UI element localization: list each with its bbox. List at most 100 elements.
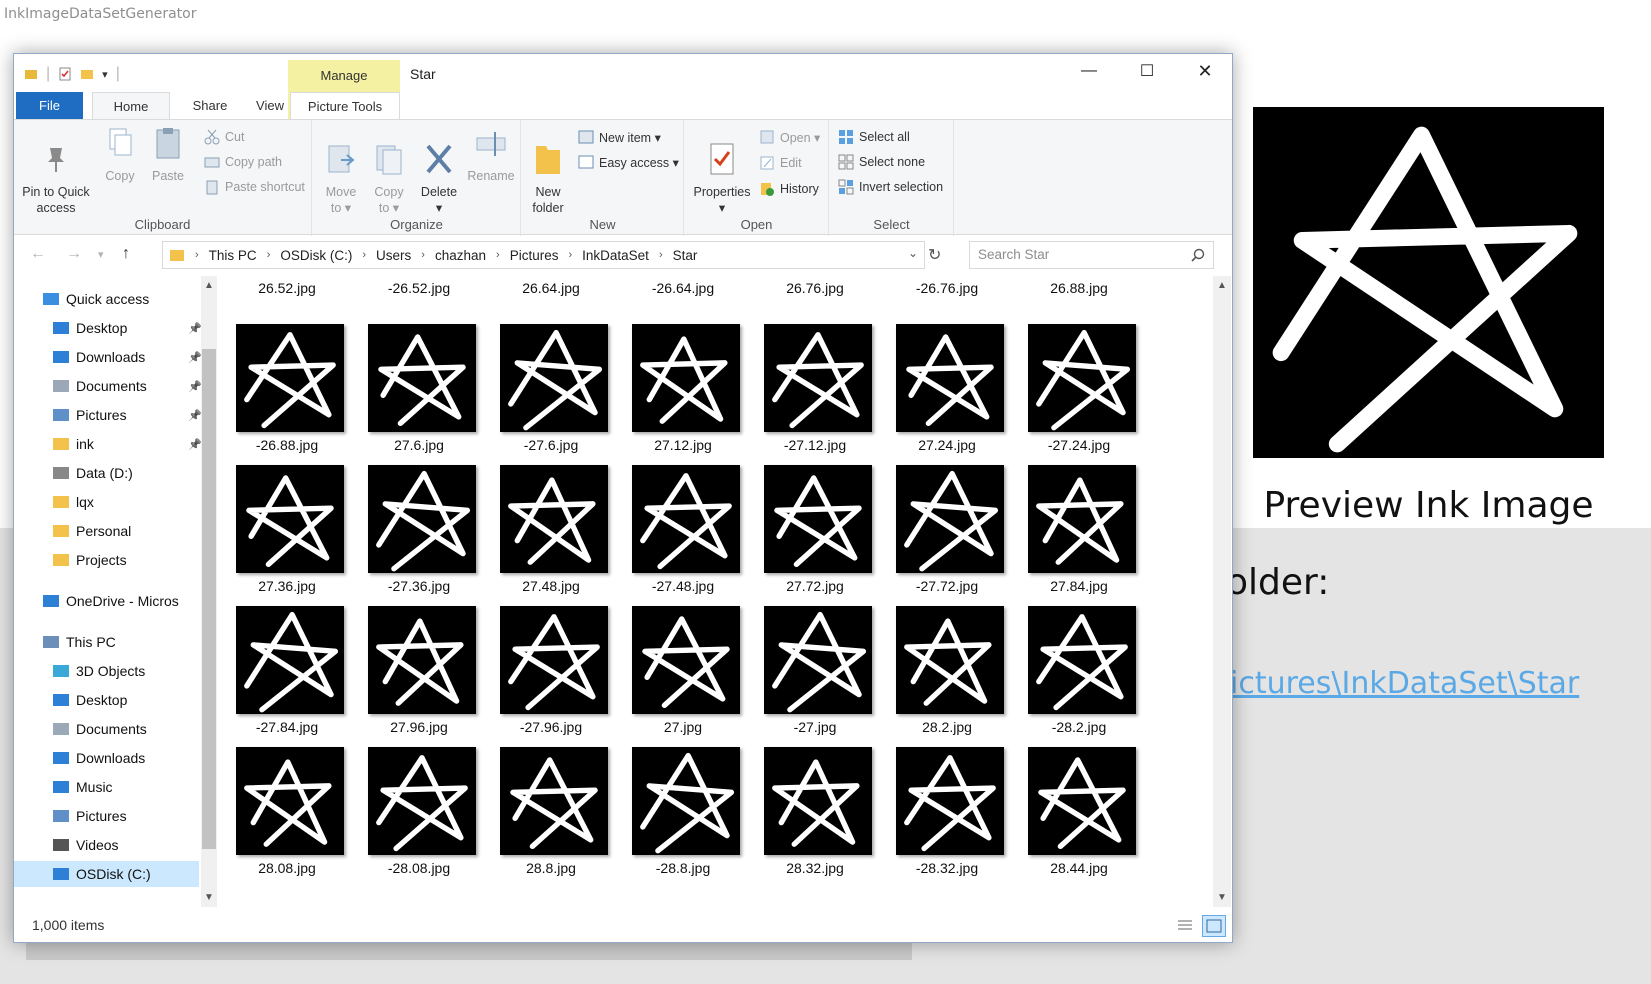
file-tile[interactable]: -27.96.jpg <box>485 606 617 746</box>
sidebar-item[interactable]: Music <box>14 774 199 800</box>
file-tile[interactable]: 26.76.jpg <box>749 276 881 298</box>
copy-button[interactable]: Copy <box>98 126 142 184</box>
large-icons-view-icon[interactable] <box>1202 915 1226 937</box>
recent-locations-icon[interactable]: ▾ <box>98 248 104 261</box>
invert-selection-button[interactable]: Invert selection <box>838 177 943 197</box>
breadcrumb-item[interactable]: OSDisk (C:) <box>280 248 352 263</box>
breadcrumb-separator[interactable]: › <box>421 249 425 261</box>
file-tile[interactable]: 27.jpg <box>617 606 749 746</box>
folder-link[interactable]: ictures\InkDataSet\Star <box>1230 666 1579 701</box>
sidebar-item[interactable]: Documents <box>14 716 199 742</box>
address-dropdown-icon[interactable]: ⌄ <box>908 246 918 260</box>
minimize-button[interactable]: — <box>1060 54 1118 88</box>
file-tile[interactable]: 28.08.jpg <box>221 747 353 887</box>
file-tile[interactable]: -28.8.jpg <box>617 747 749 887</box>
sidebar-item[interactable]: Desktop <box>14 687 199 713</box>
paste-button[interactable]: Paste <box>146 126 190 184</box>
file-tile[interactable]: -28.32.jpg <box>881 747 1013 887</box>
move-to-button[interactable]: Move to ▾ <box>319 126 363 216</box>
sidebar-item[interactable]: Downloads 📌 <box>14 344 202 370</box>
open-button[interactable]: Open ▾ <box>759 127 820 147</box>
sidebar-item[interactable]: 3D Objects <box>14 658 199 684</box>
easy-access-button[interactable]: Easy access ▾ <box>578 152 679 172</box>
tab-picture-tools[interactable]: Picture Tools <box>290 92 400 119</box>
file-tile[interactable]: -26.88.jpg <box>221 324 353 464</box>
cut-button[interactable]: Cut <box>204 127 244 147</box>
folder-icon[interactable] <box>24 67 38 81</box>
file-tile[interactable]: -28.08.jpg <box>353 747 485 887</box>
new-folder-button[interactable]: New folder <box>526 126 570 216</box>
content-scroll-down-icon[interactable]: ▼ <box>1217 892 1227 903</box>
file-tile[interactable]: 27.72.jpg <box>749 465 881 605</box>
sidebar-item[interactable]: Pictures <box>14 803 199 829</box>
details-view-icon[interactable] <box>1174 915 1198 937</box>
breadcrumb-separator[interactable]: › <box>568 249 572 261</box>
breadcrumb-item[interactable]: chazhan <box>435 248 486 263</box>
sidebar-item[interactable]: Personal <box>14 518 199 544</box>
paste-shortcut-button[interactable]: Paste shortcut <box>204 177 305 197</box>
tab-manage[interactable]: Manage <box>288 68 400 83</box>
sidebar-item[interactable]: ink 📌 <box>14 431 202 457</box>
properties-button[interactable]: Properties ▾ <box>687 126 757 216</box>
tab-share[interactable]: Share <box>178 92 242 119</box>
file-tile[interactable]: -28.2.jpg <box>1013 606 1145 746</box>
close-button[interactable]: ✕ <box>1176 54 1232 88</box>
copy-path-button[interactable]: Copy path <box>204 152 282 172</box>
breadcrumb-separator[interactable]: › <box>659 249 663 261</box>
sidebar-item[interactable]: This PC <box>14 629 199 655</box>
delete-button[interactable]: Delete ▾ <box>417 126 461 216</box>
file-tile[interactable]: -27.84.jpg <box>221 606 353 746</box>
sidebar-item[interactable]: OSDisk (C:) <box>14 861 199 887</box>
customize-qat-icon[interactable]: ▾ <box>102 68 108 81</box>
file-tile[interactable]: 28.2.jpg <box>881 606 1013 746</box>
rename-button[interactable]: Rename <box>465 126 517 184</box>
tab-home[interactable]: Home <box>92 92 170 119</box>
file-tile[interactable]: -27.48.jpg <box>617 465 749 605</box>
content-scrollbar[interactable] <box>1213 276 1231 907</box>
copy-to-button[interactable]: Copy to ▾ <box>367 126 411 216</box>
tab-file[interactable]: File <box>16 92 83 119</box>
file-tile[interactable]: -27.24.jpg <box>1013 324 1145 464</box>
breadcrumb-item[interactable]: Pictures <box>510 248 559 263</box>
file-tile[interactable]: 27.12.jpg <box>617 324 749 464</box>
file-tile[interactable]: 26.52.jpg <box>221 276 353 298</box>
file-tile[interactable]: 28.32.jpg <box>749 747 881 887</box>
sidebar-item[interactable]: Downloads <box>14 745 199 771</box>
back-arrow-icon[interactable]: ← <box>30 245 46 263</box>
breadcrumb-item[interactable]: InkDataSet <box>582 248 649 263</box>
breadcrumb-separator[interactable]: › <box>267 249 271 261</box>
breadcrumb-item[interactable]: This PC <box>209 248 257 263</box>
file-tile[interactable]: -27.jpg <box>749 606 881 746</box>
file-tile[interactable]: -27.72.jpg <box>881 465 1013 605</box>
sidebar-item[interactable]: OneDrive - Micros <box>14 588 199 614</box>
new-item-button[interactable]: New item ▾ <box>578 127 661 147</box>
history-button[interactable]: History <box>759 179 819 199</box>
file-tile[interactable]: -26.52.jpg <box>353 276 485 298</box>
file-tile[interactable]: 28.8.jpg <box>485 747 617 887</box>
up-arrow-icon[interactable]: ↑ <box>122 245 130 263</box>
sidebar-item[interactable]: Desktop 📌 <box>14 315 202 341</box>
pin-to-quick-access-button[interactable]: Pin to Quick access <box>20 126 92 216</box>
file-tile[interactable]: -27.12.jpg <box>749 324 881 464</box>
sidebar-item[interactable]: Documents 📌 <box>14 373 202 399</box>
select-none-button[interactable]: Select none <box>838 152 925 172</box>
forward-arrow-icon[interactable]: → <box>66 245 82 263</box>
file-tile[interactable]: 27.96.jpg <box>353 606 485 746</box>
file-tile[interactable]: -27.36.jpg <box>353 465 485 605</box>
nav-scroll-down-icon[interactable]: ▼ <box>204 892 214 903</box>
breadcrumb-separator[interactable]: › <box>496 249 500 261</box>
sidebar-item[interactable]: Data (D:) <box>14 460 199 486</box>
file-tile[interactable]: 27.6.jpg <box>353 324 485 464</box>
properties-icon[interactable] <box>58 67 72 81</box>
file-tile[interactable]: -27.6.jpg <box>485 324 617 464</box>
sidebar-item[interactable]: Pictures 📌 <box>14 402 202 428</box>
file-tile[interactable]: 26.64.jpg <box>485 276 617 298</box>
maximize-button[interactable]: ☐ <box>1118 54 1176 88</box>
breadcrumb-item[interactable]: Star <box>673 248 698 263</box>
content-scroll-up-icon[interactable]: ▲ <box>1217 280 1227 291</box>
new-folder-icon[interactable] <box>80 67 94 81</box>
file-tile[interactable]: -26.76.jpg <box>881 276 1013 298</box>
sidebar-item[interactable]: lqx <box>14 489 199 515</box>
nav-scrollbar-thumb[interactable] <box>202 349 216 849</box>
file-tile[interactable]: -26.64.jpg <box>617 276 749 298</box>
